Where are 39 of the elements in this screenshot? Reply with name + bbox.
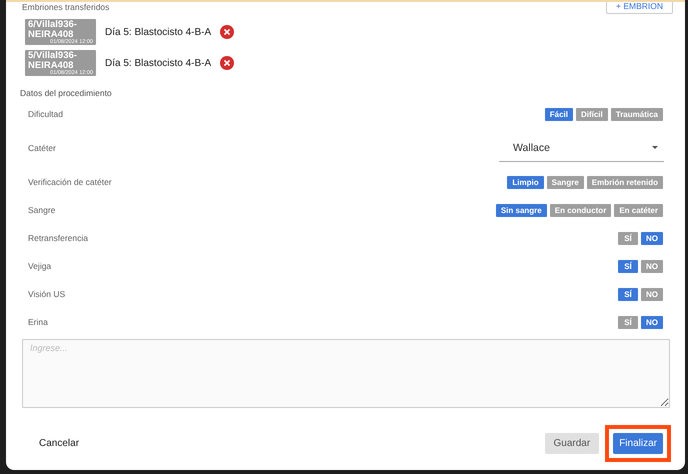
option-button[interactable]: SÍ	[618, 260, 638, 272]
finish-button[interactable]: Finalizar	[613, 432, 663, 454]
add-embryo-button[interactable]: + EMBRION	[606, 2, 673, 14]
field-label: Dificultad	[28, 109, 63, 119]
option-button[interactable]: Traumática	[610, 108, 663, 120]
option-button[interactable]: SÍ	[618, 232, 638, 244]
section-title: Datos del procedimiento	[19, 87, 113, 98]
catheter-select[interactable]: Wallace	[499, 134, 664, 162]
option-button[interactable]: En catéter	[614, 204, 663, 216]
field-label: Visión US	[28, 289, 66, 299]
save-button[interactable]: Guardar	[544, 432, 600, 454]
cancel-button[interactable]: Cancelar	[30, 434, 88, 452]
field-label: Verificación de catéter	[28, 177, 112, 187]
option-button[interactable]: Embrión retenido	[586, 176, 663, 188]
option-button[interactable]: Fácil	[544, 108, 573, 120]
field-label: Retransferencia	[28, 233, 88, 243]
field-label: Sangre	[28, 205, 56, 215]
option-button[interactable]: En conductor	[550, 204, 612, 216]
remove-icon[interactable]	[220, 25, 234, 39]
option-button[interactable]: SÍ	[618, 316, 638, 328]
option-button[interactable]: NO	[641, 316, 663, 328]
option-button[interactable]: NO	[641, 260, 663, 272]
option-button[interactable]: Limpio	[507, 176, 544, 188]
notes-field[interactable]: Ingrese...	[22, 339, 670, 408]
option-button[interactable]: Difícil	[576, 108, 608, 120]
option-button[interactable]: Sangre	[546, 176, 584, 188]
section-title: Embriones transferidos	[22, 2, 110, 12]
field-label: Erina	[28, 317, 48, 327]
embryo-code: 5/Villal936-NEIRA408	[28, 51, 77, 70]
option-button[interactable]: NO	[641, 288, 663, 300]
embryo-code: 6/Villal936-NEIRA408	[28, 20, 77, 39]
field-label: Vejiga	[28, 261, 52, 271]
option-button[interactable]: NO	[641, 232, 663, 244]
option-button[interactable]: SÍ	[618, 288, 638, 300]
embryo-description: Día 5: Blastocisto 4-B-A	[105, 26, 212, 38]
field-label: Catéter	[28, 143, 56, 153]
remove-icon[interactable]	[220, 56, 234, 70]
embryo-description: Día 5: Blastocisto 4-B-A	[105, 58, 212, 68]
option-button[interactable]: Sin sangre	[496, 204, 547, 216]
